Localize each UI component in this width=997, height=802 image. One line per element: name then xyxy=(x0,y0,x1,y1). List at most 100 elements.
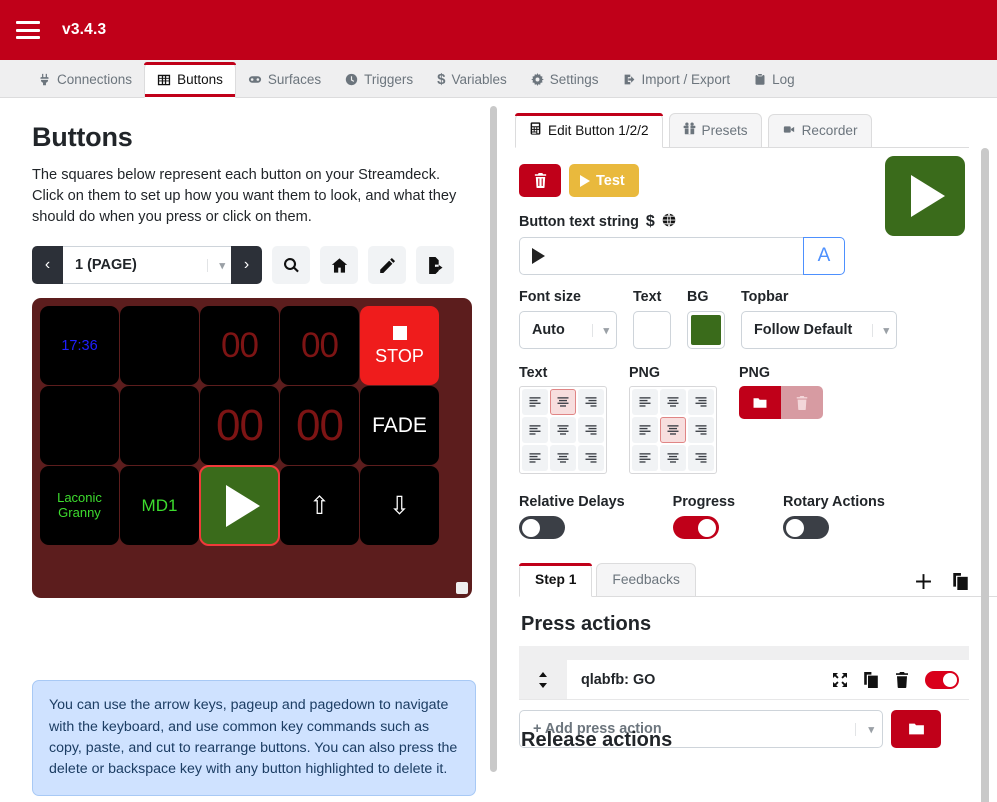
tab-recorder[interactable]: Recorder xyxy=(767,114,872,148)
expand-icon[interactable] xyxy=(832,672,848,688)
chevron-right-icon[interactable]: › xyxy=(231,246,262,285)
tab-log[interactable]: Log xyxy=(742,63,807,97)
png-browse-button[interactable] xyxy=(739,386,781,419)
delete-button[interactable] xyxy=(519,164,561,197)
deck-key[interactable]: 00 xyxy=(200,386,279,466)
topbar-select[interactable]: Follow Default ▾ xyxy=(741,311,897,349)
tab-feedbacks[interactable]: Feedbacks xyxy=(596,563,696,597)
deck-key[interactable] xyxy=(199,465,280,547)
test-button[interactable]: Test xyxy=(569,164,639,197)
tab-import-export[interactable]: Import / Export xyxy=(611,63,743,97)
deck-key[interactable] xyxy=(40,386,119,466)
align-cell[interactable] xyxy=(660,389,686,415)
dollar-icon[interactable]: $ xyxy=(646,213,655,231)
align-cell[interactable] xyxy=(632,417,658,443)
page-title: Buttons xyxy=(32,122,133,152)
app-header: v3.4.3 xyxy=(0,0,997,60)
drag-handle-icon[interactable] xyxy=(519,660,567,699)
deck-key[interactable]: ⇩ xyxy=(360,466,439,546)
tab-label: Connections xyxy=(57,72,133,87)
deck-key[interactable]: MD1 xyxy=(120,466,199,546)
tab-triggers[interactable]: Triggers xyxy=(333,63,425,97)
align-cell[interactable] xyxy=(660,417,686,443)
tab-buttons[interactable]: Buttons xyxy=(144,62,236,98)
streamdeck-grid: 17:36 00 00 STOP 00 00 FADE Laconic Granny MD1 ⇧ ⇩ xyxy=(32,298,472,599)
toggle-label: Relative Delays xyxy=(519,494,625,510)
pencil-icon[interactable] xyxy=(368,246,406,285)
home-icon[interactable] xyxy=(320,246,358,285)
dollar-icon: $ xyxy=(437,71,446,88)
align-lines-icon xyxy=(667,397,679,407)
tab-connections[interactable]: Connections xyxy=(26,63,144,97)
deck-key[interactable] xyxy=(120,306,199,386)
gift-icon xyxy=(683,122,696,138)
text-align-grid[interactable] xyxy=(519,386,607,474)
png-align-grid[interactable] xyxy=(629,386,717,474)
pane-splitter[interactable] xyxy=(487,98,501,802)
duplicate-icon[interactable] xyxy=(952,573,969,590)
plus-icon[interactable] xyxy=(915,573,932,590)
align-cell[interactable] xyxy=(578,389,604,415)
table-row[interactable]: qlabfb: GO xyxy=(519,660,969,700)
add-action-folder-button[interactable] xyxy=(891,710,941,748)
align-cell[interactable] xyxy=(578,417,604,443)
splitter-handle[interactable] xyxy=(490,106,497,772)
chevron-left-icon[interactable]: ‹ xyxy=(32,246,63,285)
globe-icon[interactable] xyxy=(662,213,676,231)
deck-key[interactable] xyxy=(120,386,199,466)
tab-label: Buttons xyxy=(177,72,223,87)
align-cell[interactable] xyxy=(550,389,576,415)
toggle-switch[interactable] xyxy=(783,516,829,539)
tab-surfaces[interactable]: Surfaces xyxy=(236,63,333,97)
toggle-switch[interactable] xyxy=(672,516,719,539)
resize-grip[interactable] xyxy=(456,582,468,595)
align-cell[interactable] xyxy=(688,417,714,443)
deck-key[interactable]: 00 xyxy=(280,306,359,386)
app-version: v3.4.3 xyxy=(62,21,107,38)
tab-variables[interactable]: $ Variables xyxy=(425,63,519,97)
align-cell[interactable] xyxy=(660,445,686,471)
align-cell[interactable] xyxy=(522,417,548,443)
plug-icon xyxy=(38,73,51,86)
step-tab-strip: Step 1 Feedbacks xyxy=(519,563,997,597)
toggle-switch[interactable] xyxy=(519,516,565,539)
tab-step-1[interactable]: Step 1 xyxy=(519,563,593,597)
deck-key[interactable]: FADE xyxy=(360,386,439,466)
deck-key[interactable]: 17:36 xyxy=(40,306,119,386)
deck-key[interactable]: 00 xyxy=(200,306,279,386)
text-format-button[interactable]: A xyxy=(803,237,845,275)
deck-key[interactable]: Laconic Granny xyxy=(40,466,119,546)
deck-key[interactable]: ⇧ xyxy=(280,466,359,546)
hamburger-icon[interactable] xyxy=(16,21,40,39)
trash-icon[interactable] xyxy=(894,671,910,688)
align-lines-icon xyxy=(585,425,597,435)
tab-edit-button[interactable]: Edit Button 1/2/2 xyxy=(515,113,663,148)
deck-key[interactable]: 00 xyxy=(280,386,359,466)
deck-key-label: 00 xyxy=(301,325,339,365)
align-cell[interactable] xyxy=(632,445,658,471)
tab-presets[interactable]: Presets xyxy=(668,113,762,148)
align-cell[interactable] xyxy=(632,389,658,415)
action-enabled-toggle[interactable] xyxy=(925,670,959,689)
search-icon[interactable] xyxy=(272,246,310,285)
align-lines-icon xyxy=(695,425,707,435)
text-color-swatch[interactable] xyxy=(633,311,671,349)
button-text-input[interactable] xyxy=(519,237,803,275)
export-icon[interactable] xyxy=(416,246,454,285)
align-cell[interactable] xyxy=(522,389,548,415)
align-cell[interactable] xyxy=(578,445,604,471)
tab-settings[interactable]: Settings xyxy=(519,63,611,97)
right-pane-scrollbar[interactable] xyxy=(981,148,989,802)
deck-key[interactable]: STOP xyxy=(360,306,439,386)
align-cell[interactable] xyxy=(550,445,576,471)
align-cell[interactable] xyxy=(688,389,714,415)
align-cell[interactable] xyxy=(522,445,548,471)
duplicate-icon[interactable] xyxy=(863,671,879,688)
page-dropdown[interactable]: 1 (PAGE) ▾ xyxy=(63,246,231,285)
align-cell[interactable] xyxy=(550,417,576,443)
bg-color-swatch[interactable] xyxy=(687,311,725,349)
font-size-select[interactable]: Auto ▾ xyxy=(519,311,617,349)
png-delete-button[interactable] xyxy=(781,386,823,419)
page-description: The squares below represent each button … xyxy=(32,167,457,226)
align-cell[interactable] xyxy=(688,445,714,471)
